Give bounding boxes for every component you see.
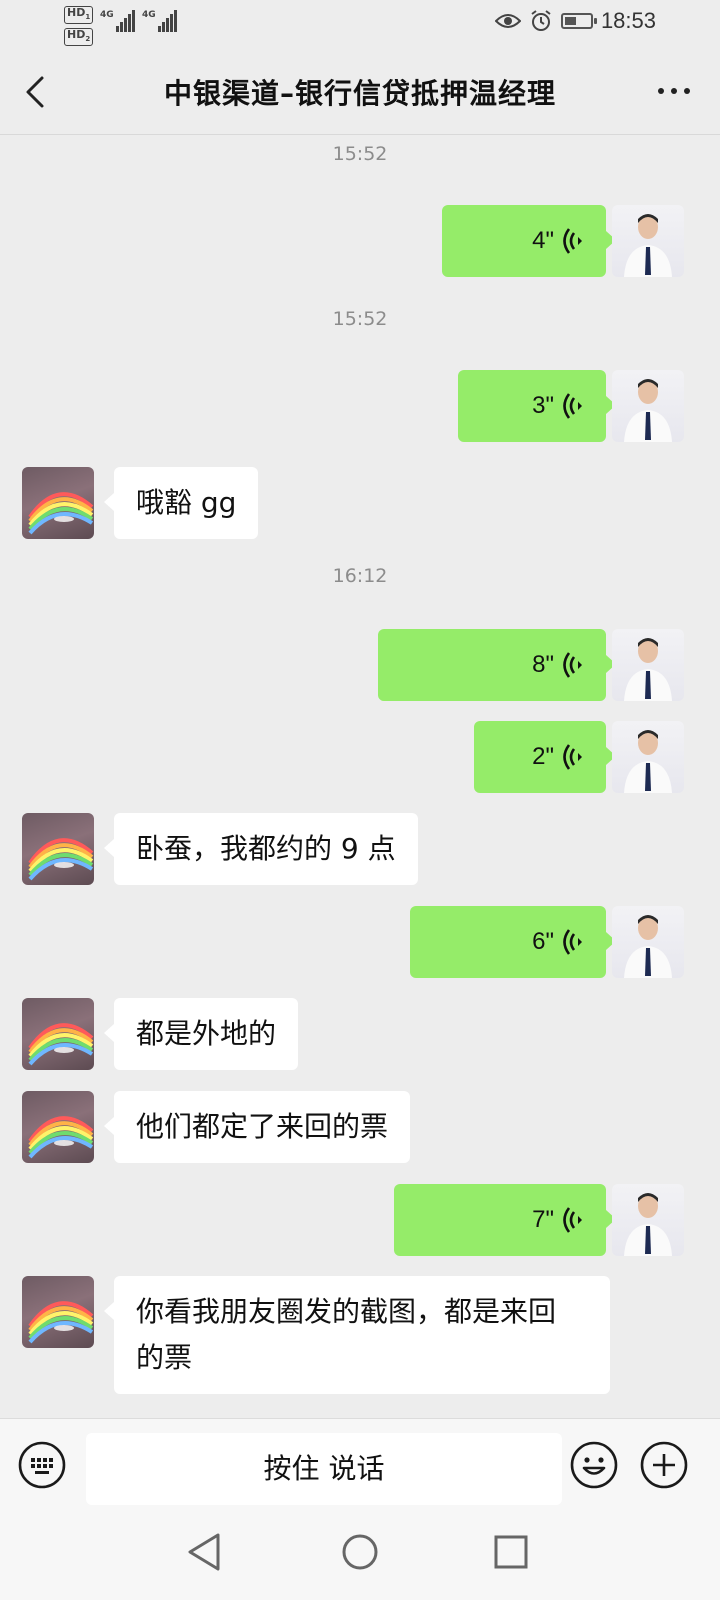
voice-wave-icon bbox=[563, 228, 582, 254]
battery-icon bbox=[560, 13, 597, 29]
more-options-button[interactable] bbox=[658, 88, 690, 94]
voice-wave-icon bbox=[563, 929, 582, 955]
message-timestamp: 16:12 bbox=[332, 565, 388, 587]
keyboard-icon bbox=[18, 1441, 66, 1489]
message-text: 他们都定了来回的票 bbox=[136, 1110, 389, 1143]
more-dots-icon bbox=[658, 88, 664, 94]
my-avatar[interactable] bbox=[612, 205, 684, 277]
message-text: 哦豁 gg bbox=[136, 486, 237, 519]
voice-duration: 7" bbox=[532, 1206, 554, 1233]
voice-wave-icon bbox=[563, 652, 582, 678]
contact-avatar[interactable] bbox=[22, 1091, 94, 1163]
voice-duration: 6" bbox=[532, 928, 554, 955]
contact-avatar[interactable] bbox=[22, 1276, 94, 1348]
contact-avatar[interactable] bbox=[22, 998, 94, 1070]
my-avatar[interactable] bbox=[612, 629, 684, 701]
voice-message-bubble[interactable]: 8" bbox=[378, 629, 616, 701]
hd-badge-2: HD2 bbox=[64, 28, 94, 47]
message-text: 你看我朋友圈发的截图，都是来回 的票 bbox=[136, 1295, 557, 1374]
voice-duration: 8" bbox=[532, 651, 554, 678]
voice-wave-icon bbox=[563, 744, 582, 770]
message-text: 卧蚕，我都约的 9 点 bbox=[136, 832, 396, 865]
nav-recents-icon bbox=[494, 1535, 528, 1569]
emoji-button[interactable] bbox=[570, 1441, 618, 1489]
voice-duration: 2" bbox=[532, 743, 554, 770]
voice-message-bubble[interactable]: 2" bbox=[474, 721, 616, 793]
contact-avatar[interactable] bbox=[22, 813, 94, 885]
message-timestamp: 15:52 bbox=[332, 143, 388, 165]
alarm-icon bbox=[531, 10, 551, 31]
signal-1-icon: 4G bbox=[100, 10, 135, 32]
text-message-bubble[interactable]: 卧蚕，我都约的 9 点 bbox=[104, 813, 418, 885]
nav-back-icon bbox=[188, 1533, 220, 1571]
hold-to-talk-button[interactable]: 按住 说话 bbox=[86, 1433, 562, 1505]
voice-message-bubble[interactable]: 3" bbox=[458, 370, 616, 442]
message-text: 都是外地的 bbox=[136, 1017, 277, 1050]
voice-message-bubble[interactable]: 7" bbox=[394, 1184, 616, 1256]
chat-title: 中银渠道–银行信贷抵押温经理 bbox=[163, 77, 556, 110]
text-message-bubble[interactable]: 哦豁 gg bbox=[103, 467, 259, 539]
hd-badge-1: HD1 bbox=[64, 6, 94, 25]
voice-duration: 4" bbox=[532, 227, 554, 254]
status-right: 18:53 bbox=[494, 8, 656, 34]
system-nav-bar bbox=[0, 1507, 720, 1600]
contact-avatar[interactable] bbox=[22, 467, 94, 539]
chat-messages[interactable]: 15:52 4" 15:52 3" 哦豁 gg 16:12 8" 2" 卧蚕，我… bbox=[0, 135, 720, 1417]
voice-wave-icon bbox=[563, 1207, 582, 1233]
nav-home-icon bbox=[342, 1534, 378, 1570]
plus-icon bbox=[640, 1441, 688, 1489]
more-functions-button[interactable] bbox=[640, 1441, 688, 1489]
my-avatar[interactable] bbox=[612, 721, 684, 793]
status-bar: HD1 HD2 4G 4G 18:53 bbox=[0, 0, 720, 50]
voice-wave-icon bbox=[563, 393, 582, 419]
status-time: 18:53 bbox=[600, 8, 656, 33]
keyboard-toggle-button[interactable] bbox=[18, 1441, 66, 1489]
signal-2-icon: 4G bbox=[142, 10, 177, 32]
text-message-bubble[interactable]: 都是外地的 bbox=[103, 998, 299, 1070]
message-timestamp: 15:52 bbox=[332, 308, 388, 330]
voice-message-bubble[interactable]: 4" bbox=[442, 205, 616, 277]
text-message-bubble[interactable]: 他们都定了来回的票 bbox=[103, 1091, 411, 1163]
my-avatar[interactable] bbox=[612, 1184, 684, 1256]
chat-header: 中银渠道–银行信贷抵押温经理 bbox=[0, 50, 720, 135]
emoji-icon bbox=[570, 1441, 618, 1489]
voice-message-bubble[interactable]: 6" bbox=[410, 906, 616, 978]
my-avatar[interactable] bbox=[612, 370, 684, 442]
my-avatar[interactable] bbox=[612, 906, 684, 978]
nav-recents-button[interactable] bbox=[488, 1529, 534, 1575]
eye-icon bbox=[494, 14, 521, 28]
input-bar: 按住 说话 bbox=[0, 1418, 720, 1507]
voice-duration: 3" bbox=[532, 392, 554, 419]
nav-back-button[interactable] bbox=[182, 1529, 228, 1575]
nav-home-button[interactable] bbox=[337, 1529, 383, 1575]
text-message-bubble[interactable]: 你看我朋友圈发的截图，都是来回 的票 bbox=[104, 1276, 610, 1394]
